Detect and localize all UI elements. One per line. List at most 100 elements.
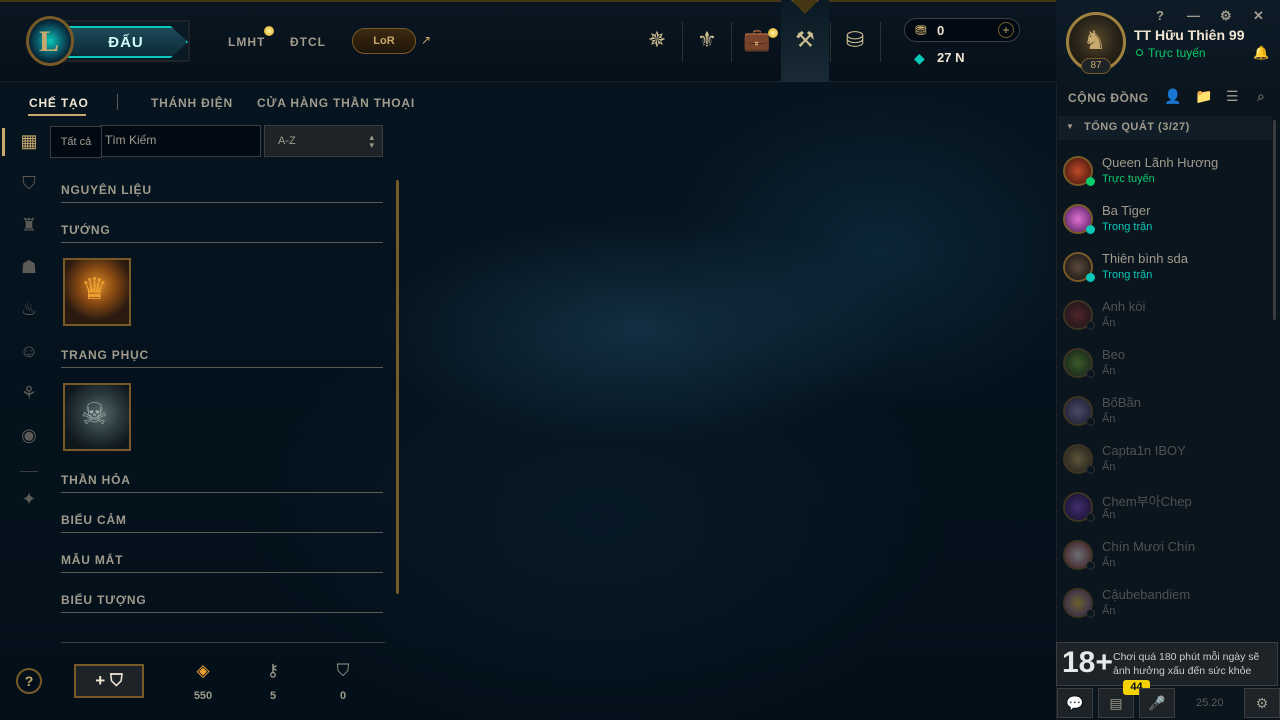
sort-dropdown[interactable]: A-Z ▴ ▾ xyxy=(264,125,383,157)
section-divider xyxy=(61,202,383,203)
champion-shard-tile[interactable]: ♛ xyxy=(63,258,131,326)
buy-chest-button[interactable]: + ⛉ xyxy=(74,664,144,698)
profile-status[interactable]: Trực tuyến xyxy=(1148,46,1206,60)
link-dtcl[interactable]: ĐTCL xyxy=(290,35,326,49)
tab-mythic-shop[interactable]: CỬA HÀNG THẦN THOẠI xyxy=(257,96,415,110)
section-divider xyxy=(61,612,383,613)
grid-icon[interactable]: ▦ xyxy=(16,128,42,154)
section-eyes[interactable]: MẪU MẮT xyxy=(61,553,123,567)
add-friend-icon[interactable]: 👤 xyxy=(1164,88,1181,105)
friend-name: Thiên bình sda xyxy=(1102,251,1189,266)
buy-rp-button[interactable]: + xyxy=(998,22,1014,38)
chest-filter-icon[interactable]: ⛉ xyxy=(16,170,42,196)
rp-value: 0 xyxy=(937,23,945,38)
profile-name[interactable]: TT Hữu Thiên 99 xyxy=(1134,27,1244,43)
footer-divider xyxy=(61,642,385,643)
friend-status: Ẩn xyxy=(1102,605,1116,617)
loot-scrollbar[interactable] xyxy=(396,180,399,594)
other-items-icon[interactable]: ✦ xyxy=(16,486,42,512)
level-badge: 87 xyxy=(1081,58,1111,74)
social-scrollbar[interactable] xyxy=(1273,120,1276,320)
ward-flame-icon[interactable]: ♨ xyxy=(16,296,42,322)
tab-sanctum[interactable]: THÁNH ĐIỆN xyxy=(151,96,233,110)
side-divider xyxy=(20,471,38,472)
lor-label: LoR xyxy=(373,35,395,47)
friend-status: Trong trận xyxy=(1102,221,1153,233)
friend-name: Cậubebandiem xyxy=(1102,587,1191,602)
friend-row[interactable]: Chem부아Chep Ẩn xyxy=(1060,487,1270,535)
summoner-icon[interactable]: ◉ xyxy=(16,422,42,448)
subnav-divider xyxy=(117,94,118,110)
list-view-icon[interactable]: ☰ xyxy=(1226,88,1239,105)
keys-value: 5 xyxy=(269,690,277,702)
crafting-icon[interactable]: ⚒ xyxy=(787,22,823,58)
friend-name: Beo xyxy=(1102,347,1126,362)
eternals-icon[interactable]: ⚘ xyxy=(16,380,42,406)
skin-shard-tile[interactable]: ☠ xyxy=(63,383,131,451)
friend-status: Ẩn xyxy=(1102,509,1116,521)
lor-button[interactable]: LoR xyxy=(352,28,416,54)
bell-icon[interactable]: 🔔 xyxy=(1253,45,1269,61)
friend-row[interactable]: Chín Mươi Chín Ẩn xyxy=(1060,535,1270,583)
friend-status: Ẩn xyxy=(1102,557,1116,569)
friend-row[interactable]: Ba Tiger Trong trận xyxy=(1060,199,1270,247)
close-button[interactable]: ✕ xyxy=(1253,8,1264,24)
shield-icon[interactable]: ✵ xyxy=(639,22,675,58)
status-dot-icon xyxy=(1086,225,1095,234)
friend-name: Chín Mươi Chín xyxy=(1102,539,1196,554)
section-divider xyxy=(61,492,383,493)
friend-row[interactable]: Thiên bình sda Trong trận xyxy=(1060,247,1270,295)
friend-row[interactable]: Cậubebandiem Ẩn xyxy=(1060,583,1270,631)
section-wards[interactable]: THẦN HỎA xyxy=(61,473,131,487)
section-champions[interactable]: TƯỚNG xyxy=(61,223,111,237)
section-icons[interactable]: BIỂU TƯỢNG xyxy=(61,593,147,607)
play-button[interactable]: ĐẤU xyxy=(56,20,190,62)
link-lmht[interactable]: LMHT xyxy=(228,35,265,49)
friend-group-header[interactable]: TỔNG QUÁT (3/27) xyxy=(1058,116,1272,140)
help-window-button[interactable]: ? xyxy=(1156,8,1164,23)
search-icon[interactable]: ⌕ xyxy=(1257,88,1265,105)
notification-dot-icon xyxy=(264,26,274,36)
friend-name: Capta1n IBOY xyxy=(1102,443,1186,458)
external-link-icon: ↗ xyxy=(421,33,432,47)
tab-crafting[interactable]: CHẾ TẠO xyxy=(29,96,89,110)
friend-row[interactable]: Capta1n IBOY Ẩn xyxy=(1060,439,1270,487)
section-divider xyxy=(61,367,383,368)
section-divider xyxy=(61,532,383,533)
profile-emblem-icon: ♞ xyxy=(1083,25,1107,55)
friend-row[interactable]: Beo Ẩn xyxy=(1060,343,1270,391)
friend-status: Trực tuyến xyxy=(1102,173,1155,185)
microphone-icon[interactable]: 🎤 xyxy=(1139,688,1175,718)
chat-button[interactable]: 💬 xyxy=(1057,688,1093,718)
online-status-icon xyxy=(1136,49,1143,56)
chests-value: 0 xyxy=(339,690,347,702)
champion-helmet-icon[interactable]: ♜ xyxy=(16,212,42,238)
skin-mask-icon[interactable]: ☗ xyxy=(16,254,42,280)
friend-row[interactable]: Queen Lãnh Hương Trực tuyến xyxy=(1060,151,1270,199)
minimize-button[interactable]: — xyxy=(1187,8,1200,23)
status-dot-icon xyxy=(1086,465,1095,474)
section-emotes[interactable]: BIỂU CẢM xyxy=(61,513,127,527)
search-input[interactable]: Tìm Kiếm xyxy=(100,125,261,157)
active-tab-underline xyxy=(28,114,86,116)
add-folder-icon[interactable]: 📁 xyxy=(1195,88,1212,105)
sort-value: A-Z xyxy=(278,135,296,147)
friend-row[interactable]: Anh kòi Ẩn xyxy=(1060,295,1270,343)
bug-report-icon[interactable]: ⚙ xyxy=(1244,688,1280,718)
friend-status: Ẩn xyxy=(1102,317,1116,329)
settings-button[interactable]: ⚙ xyxy=(1220,8,1232,24)
section-materials[interactable]: NGUYÊN LIỆU xyxy=(61,183,152,197)
status-dot-icon xyxy=(1086,177,1095,186)
league-logo-icon[interactable]: L xyxy=(26,16,74,66)
chest-icon[interactable]: 💼 xyxy=(739,22,775,58)
blue-essence-value: 27 N xyxy=(937,50,965,65)
status-dot-icon xyxy=(1086,417,1095,426)
rp-balance: ⛃ 0 + xyxy=(904,18,1020,42)
play-label[interactable]: ĐẤU xyxy=(64,26,188,58)
friend-row[interactable]: BốBần Ẩn xyxy=(1060,391,1270,439)
section-skins[interactable]: TRANG PHỤC xyxy=(61,348,149,362)
help-icon[interactable]: ? xyxy=(16,668,42,694)
trophy-icon[interactable]: ⚜ xyxy=(689,22,725,58)
emote-icon[interactable]: ☺ xyxy=(16,338,42,364)
store-icon[interactable]: ⛁ xyxy=(837,22,873,58)
